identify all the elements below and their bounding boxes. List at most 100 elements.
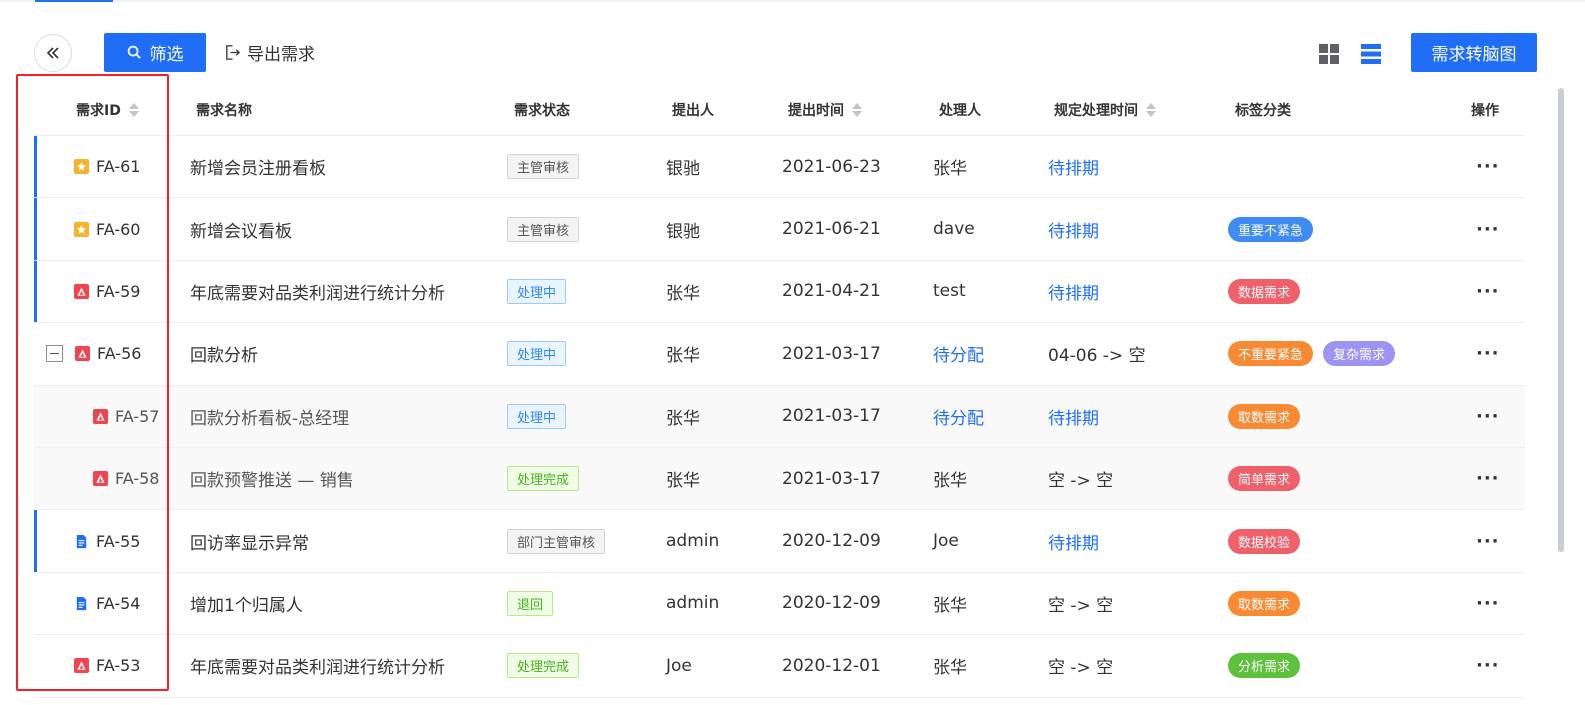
table-row[interactable]: FA-59 年底需要对品类利润进行统计分析 处理中 张华 2021-04-21 test 待… <box>34 260 1525 324</box>
handler: 张华 <box>933 471 967 492</box>
status-badge: 处理完成 <box>507 466 580 492</box>
tag-badge: 简单需求 <box>1228 466 1301 492</box>
schedule-link[interactable]: 待排期 <box>1048 510 1099 571</box>
convert-to-mindmap-button[interactable]: 需求转脑图 <box>1411 33 1537 72</box>
requirement-name[interactable]: 新增会议看板 <box>190 198 292 259</box>
search-icon <box>127 45 141 59</box>
deadline: 04-06 -> 空 <box>1048 346 1146 367</box>
export-button[interactable]: 导出需求 <box>224 33 315 72</box>
table-row[interactable]: FA-56 回款分析 处理中 张华 2021-03-17 待分配 04-06 -> 空 不重要… <box>34 323 1525 386</box>
table-row[interactable]: FA-61 新增会员注册看板 主管审核 银驰 2021-06-23 张华 待排期 ··· <box>34 136 1525 199</box>
bug-icon <box>75 346 90 362</box>
more-actions-icon[interactable]: ··· <box>1476 386 1500 447</box>
requirement-id: FA-57 <box>115 406 160 426</box>
column-header-handler: 处理人 <box>939 84 981 136</box>
assign-handler-link[interactable]: 待分配 <box>933 386 984 447</box>
column-header-submitter: 提出人 <box>672 84 714 136</box>
collapse-panel-button[interactable] <box>34 34 72 72</box>
doc-icon <box>74 596 89 611</box>
cell-status: 处理中 <box>507 261 567 322</box>
grid-view-button[interactable] <box>1318 43 1340 65</box>
requirement-id: FA-60 <box>96 219 141 239</box>
column-header-submit-time-label: 提出时间 <box>788 103 844 119</box>
requirement-id: FA-54 <box>96 593 141 613</box>
cell-tags: 分析需求 <box>1228 635 1310 696</box>
submitter: 银驰 <box>666 159 700 180</box>
table-row[interactable]: FA-60 新增会议看板 主管审核 银驰 2021-06-21 dave 待排期 重要不紧急 ·… <box>34 198 1525 261</box>
column-header-name: 需求名称 <box>196 84 252 136</box>
cell-status: 处理完成 <box>507 635 580 696</box>
requirement-name[interactable]: 回款分析 <box>190 323 258 384</box>
more-actions-icon[interactable]: ··· <box>1476 198 1500 259</box>
tag-badge: 重要不紧急 <box>1228 216 1314 242</box>
column-header-ops-label: 操作 <box>1471 103 1499 119</box>
more-actions-icon[interactable]: ··· <box>1476 136 1500 197</box>
sort-icon[interactable] <box>1146 103 1156 117</box>
cell-id: FA-56 <box>46 323 141 384</box>
tag-badge: 数据校验 <box>1228 528 1301 554</box>
more-actions-icon[interactable]: ··· <box>1476 323 1500 384</box>
cell-status: 部门主管审核 <box>507 510 606 571</box>
schedule-link[interactable]: 待排期 <box>1048 386 1099 447</box>
schedule-link[interactable]: 待排期 <box>1048 261 1099 322</box>
more-actions-icon[interactable]: ··· <box>1476 261 1500 322</box>
list-icon <box>1361 44 1381 64</box>
table-row[interactable]: FA-55 回访率显示异常 部门主管审核 admin 2020-12-09 Joe 待排期 数… <box>34 510 1525 573</box>
handler: Joe <box>933 531 959 552</box>
table-row[interactable]: FA-58 回款预警推送 — 销售 处理完成 张华 2021-03-17 张华 空 -> 空… <box>34 447 1525 511</box>
cell-tags: 数据校验 <box>1228 510 1310 571</box>
bug-icon <box>74 658 89 674</box>
requirement-id: FA-58 <box>115 469 160 489</box>
table-row[interactable]: FA-53 年底需要对品类利润进行统计分析 处理完成 Joe 2020-12-01 张华 空… <box>34 635 1525 698</box>
bug-icon <box>74 283 89 299</box>
assign-handler-link[interactable]: 待分配 <box>933 323 984 384</box>
row-accent-bar <box>34 136 37 198</box>
requirement-name[interactable]: 回款分析看板-总经理 <box>190 386 349 447</box>
sort-icon[interactable] <box>852 103 862 117</box>
submitter: 张华 <box>666 471 700 492</box>
list-view-button[interactable] <box>1360 43 1382 65</box>
more-actions-icon[interactable]: ··· <box>1476 573 1500 634</box>
schedule-link[interactable]: 待排期 <box>1048 136 1099 197</box>
top-divider <box>0 0 1585 2</box>
more-actions-icon[interactable]: ··· <box>1476 448 1500 509</box>
sort-icon[interactable] <box>128 103 139 117</box>
row-accent-bar <box>34 510 37 572</box>
more-actions-icon[interactable]: ··· <box>1476 510 1500 571</box>
status-badge: 处理中 <box>507 403 567 429</box>
filter-button[interactable]: 筛选 <box>104 33 206 72</box>
table-row[interactable]: FA-54 增加1个归属人 退回 admin 2020-12-09 张华 空 -> 空 取数需… <box>34 573 1525 636</box>
cell-status: 主管审核 <box>507 198 580 259</box>
cell-id: FA-57 <box>93 386 159 447</box>
submit-time: 2021-06-23 <box>782 156 881 177</box>
requirement-name[interactable]: 增加1个归属人 <box>190 573 303 634</box>
schedule-link[interactable]: 待排期 <box>1048 198 1099 259</box>
status-badge: 退回 <box>507 590 554 616</box>
status-badge: 处理中 <box>507 278 567 304</box>
handler: 张华 <box>933 595 967 616</box>
requirement-name[interactable]: 回访率显示异常 <box>190 510 309 571</box>
collapse-row-icon[interactable] <box>46 345 63 363</box>
requirement-id: FA-61 <box>96 157 141 177</box>
column-header-submitter-label: 提出人 <box>672 103 714 119</box>
more-actions-icon[interactable]: ··· <box>1476 635 1500 696</box>
cell-tags: 取数需求 <box>1228 573 1310 634</box>
requirement-name[interactable]: 年底需要对品类利润进行统计分析 <box>190 261 445 322</box>
requirement-name[interactable]: 回款预警推送 — 销售 <box>190 448 354 509</box>
active-tab-indicator <box>35 0 113 2</box>
requirement-name[interactable]: 新增会员注册看板 <box>190 136 326 197</box>
vertical-scrollbar[interactable] <box>1558 88 1564 552</box>
submitter: admin <box>666 593 720 614</box>
submit-time: 2021-03-17 <box>782 468 881 489</box>
submitter: 张华 <box>666 283 700 304</box>
cell-status: 退回 <box>507 573 554 634</box>
table-body: FA-61 新增会员注册看板 主管审核 银驰 2021-06-23 张华 待排期 ··· FA-… <box>34 136 1525 698</box>
status-badge: 处理中 <box>507 341 567 367</box>
cell-id: FA-53 <box>74 635 140 696</box>
requirement-name[interactable]: 年底需要对品类利润进行统计分析 <box>190 635 445 696</box>
handler: test <box>933 281 966 302</box>
deadline: 空 -> 空 <box>1048 595 1114 616</box>
cell-status: 处理中 <box>507 386 567 447</box>
export-button-label: 导出需求 <box>247 45 315 65</box>
table-row[interactable]: FA-57 回款分析看板-总经理 处理中 张华 2021-03-17 待分配 待排期 取数需求… <box>34 385 1525 448</box>
